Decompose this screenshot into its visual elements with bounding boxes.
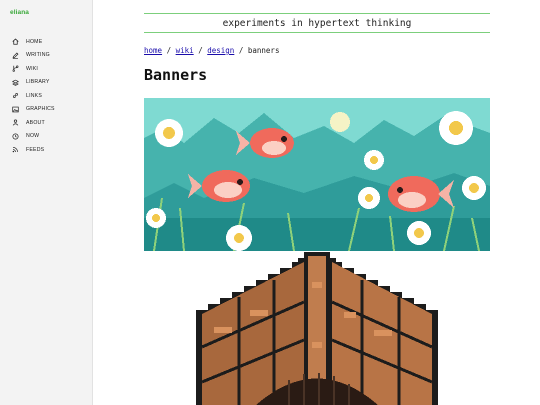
sidebar-item-label: WIKI [26, 65, 39, 72]
sidebar-nav: HOME WRITING WIKI LIBRARY LINKS GRAPHICS… [0, 35, 93, 157]
sidebar-item-label: LIBRARY [26, 79, 50, 86]
sidebar-item-home[interactable]: HOME [0, 35, 93, 49]
stack-icon [11, 78, 19, 86]
sidebar-item-library[interactable]: LIBRARY [0, 76, 93, 90]
image-icon [11, 105, 19, 113]
breadcrumb-separator: / [166, 46, 176, 55]
site-tagline: experiments in hypertext thinking [144, 13, 490, 33]
breadcrumb-separator: / [198, 46, 208, 55]
breadcrumb-wiki-link[interactable]: wiki [176, 46, 194, 55]
sidebar-item-label: ABOUT [26, 119, 45, 126]
breadcrumb-home-link[interactable]: home [144, 46, 162, 55]
breadcrumb: home / wiki / design / banners [144, 46, 279, 55]
sidebar-item-feeds[interactable]: FEEDS [0, 143, 93, 157]
sidebar-item-label: FEEDS [26, 146, 45, 153]
sidebar-item-wiki[interactable]: WIKI [0, 62, 93, 76]
clock-icon [11, 132, 19, 140]
sidebar-item-links[interactable]: LINKS [0, 89, 93, 103]
breadcrumb-current: banners [247, 46, 280, 55]
person-icon [11, 119, 19, 127]
site-logo[interactable]: eliana [10, 9, 29, 16]
goldfish-banner-image [144, 98, 490, 251]
wooden-box-image [194, 252, 440, 405]
sidebar-item-label: HOME [26, 38, 43, 45]
page-title: Banners [144, 66, 208, 84]
sidebar: eliana HOME WRITING WIKI LIBRARY LINKS G… [0, 0, 93, 405]
rss-icon [11, 146, 19, 154]
breadcrumb-design-link[interactable]: design [207, 46, 234, 55]
branch-icon [11, 65, 19, 73]
sidebar-item-label: WRITING [26, 52, 50, 59]
breadcrumb-separator: / [238, 46, 248, 55]
sidebar-item-about[interactable]: ABOUT [0, 116, 93, 130]
sidebar-item-label: GRAPHICS [26, 106, 55, 113]
sidebar-item-writing[interactable]: WRITING [0, 49, 93, 63]
link-icon [11, 92, 19, 100]
sidebar-item-graphics[interactable]: GRAPHICS [0, 103, 93, 117]
pen-icon [11, 51, 19, 59]
home-icon [11, 38, 19, 46]
sidebar-item-label: LINKS [26, 92, 42, 99]
sidebar-item-now[interactable]: NOW [0, 130, 93, 144]
sidebar-item-label: NOW [26, 133, 40, 140]
